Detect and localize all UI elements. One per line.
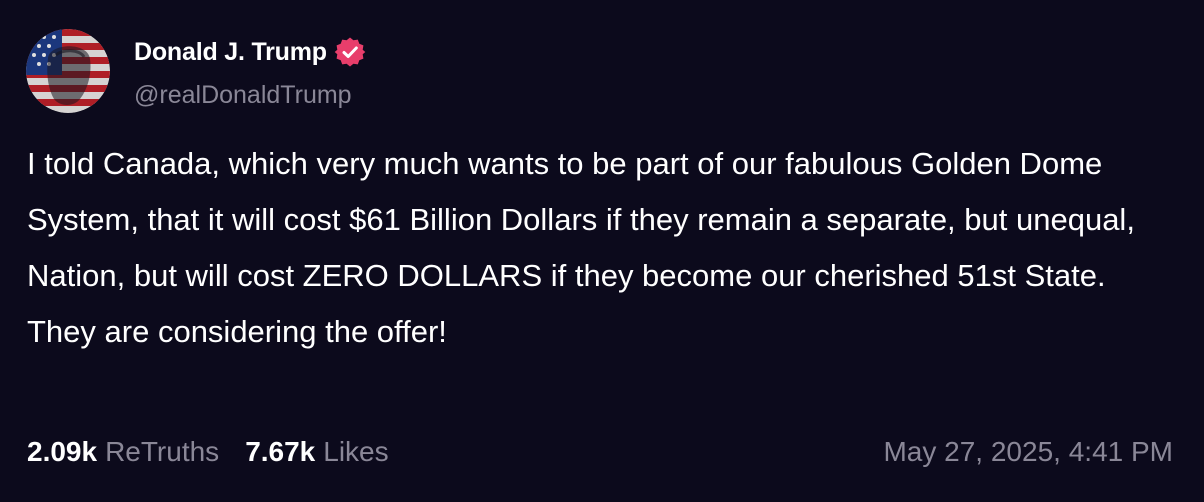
avatar[interactable] [26,29,110,113]
likes-stat[interactable]: 7.67k Likes [245,436,388,468]
author-name-row: Donald J. Trump [134,34,366,70]
retruths-count: 2.09k [27,436,98,467]
likes-label: Likes [323,436,389,467]
post-timestamp[interactable]: May 27, 2025, 4:41 PM [883,432,1173,472]
author-name[interactable]: Donald J. Trump [134,38,327,67]
post-text: I told Canada, which very much wants to … [27,146,1135,349]
truth-post: Donald J. Trump @realDonaldTrump I told … [0,0,1204,502]
avatar-image [26,29,110,113]
retruths-stat[interactable]: 2.09k ReTruths [27,436,219,468]
author-handle[interactable]: @realDonaldTrump [134,81,352,110]
verified-badge-icon [334,36,366,68]
stats-row: 2.09k ReTruths 7.67k Likes [27,432,415,472]
retruths-label: ReTruths [105,436,220,467]
likes-count: 7.67k [245,436,316,467]
